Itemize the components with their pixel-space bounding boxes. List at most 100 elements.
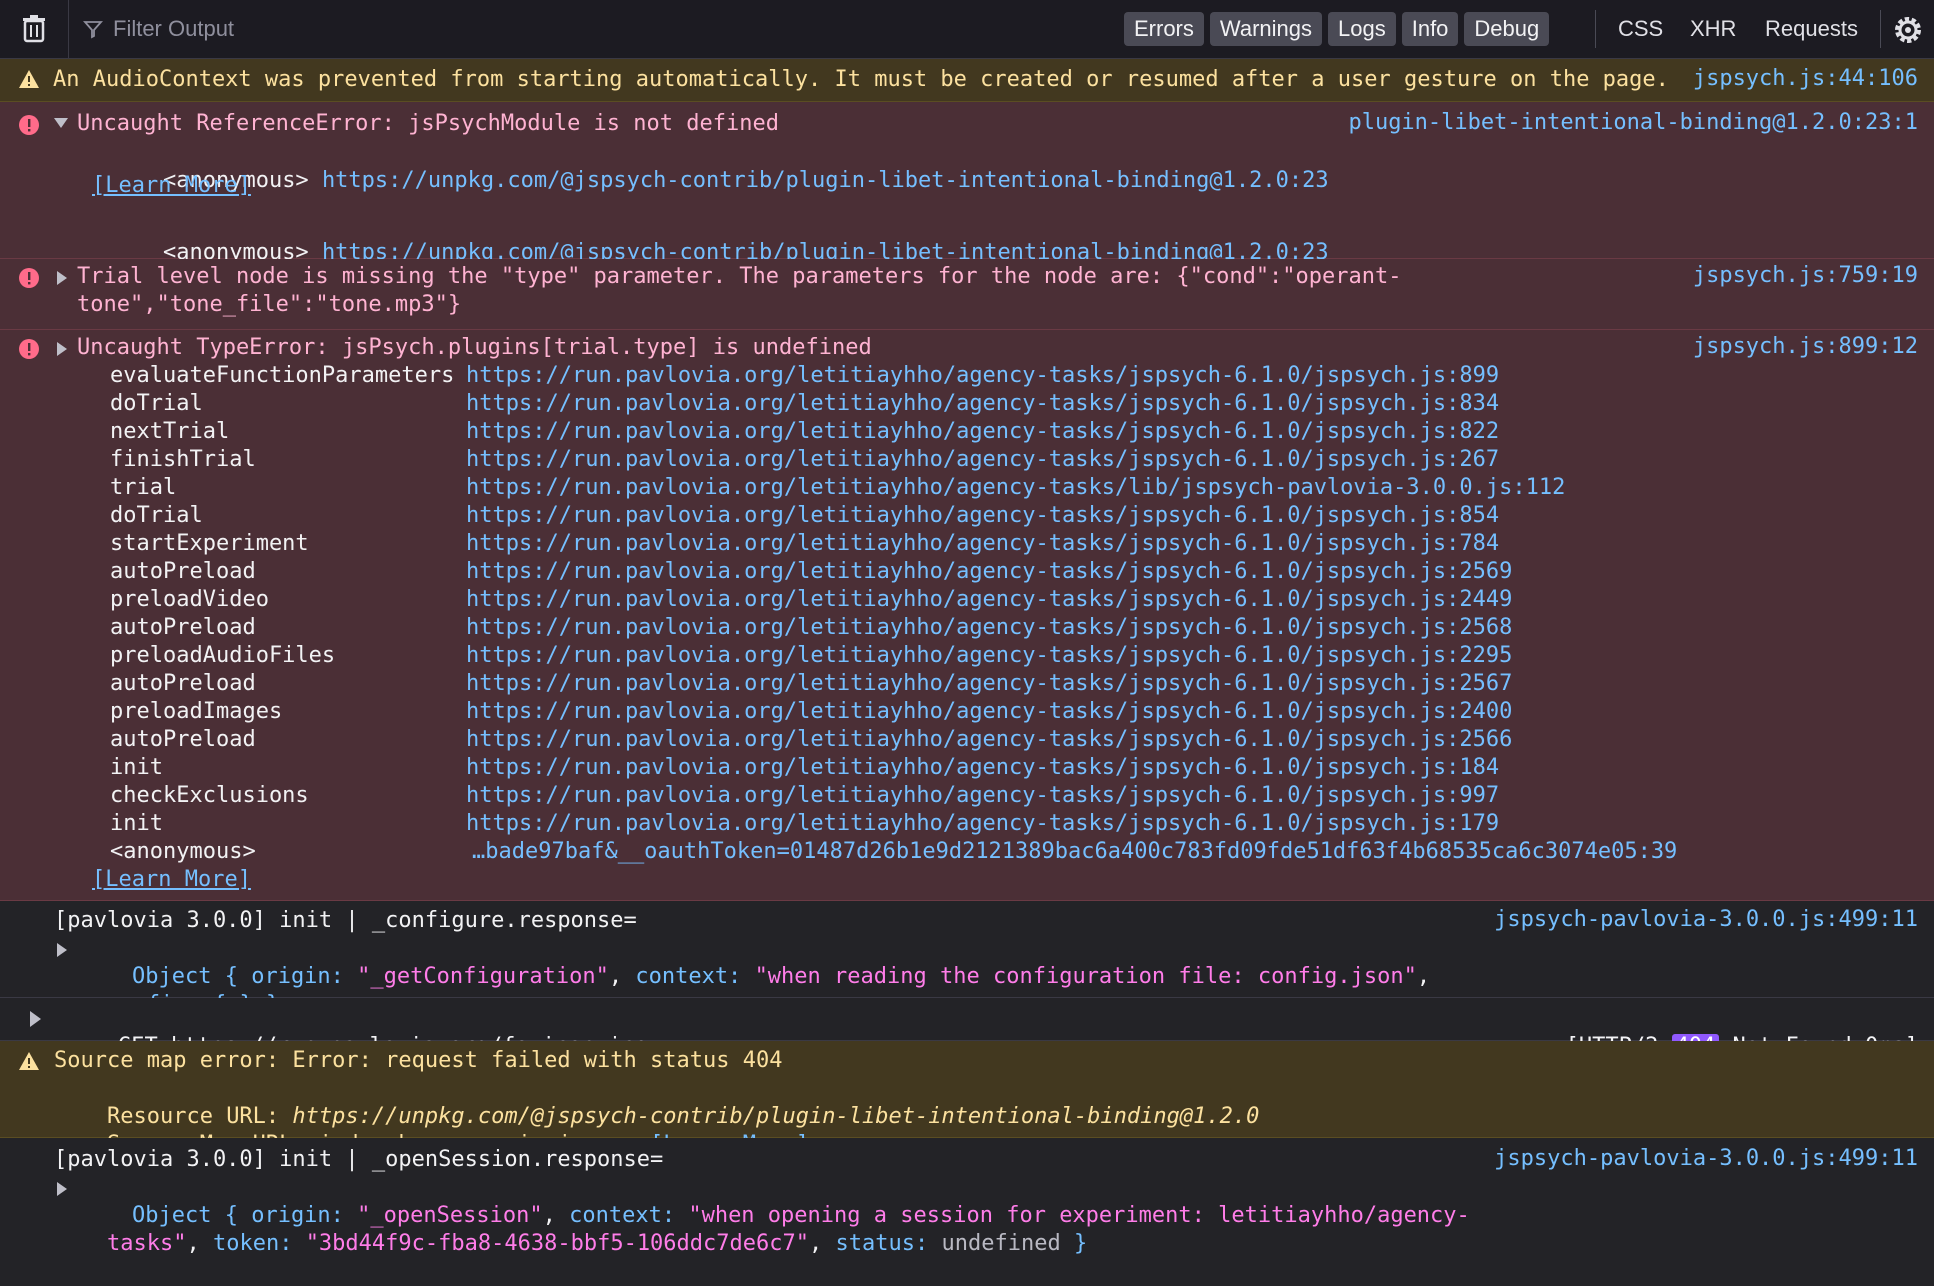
stack-frame: autoPreload https://run.pavlovia.org/leti… <box>110 614 1677 642</box>
filter-requests-button[interactable]: Requests <box>1765 16 1858 42</box>
stack-function: preloadImages <box>110 699 283 724</box>
filter-debug-button[interactable]: Debug <box>1464 12 1550 46</box>
filter-output-input[interactable] <box>111 15 1015 43</box>
stack-function: init <box>110 755 163 780</box>
stack-url-link[interactable]: https://run.pavlovia.org/letitiayhho/age… <box>466 643 1512 668</box>
stack-url-link[interactable]: https://run.pavlovia.org/letitiayhho/age… <box>466 419 1499 444</box>
stack-frame: trial https://run.pavlovia.org/letitiayhh… <box>110 474 1677 502</box>
stack-url-link[interactable]: https://run.pavlovia.org/letitiayhho/age… <box>466 531 1499 556</box>
filter-logs-button[interactable]: Logs <box>1328 12 1396 46</box>
filter-errors-button[interactable]: Errors <box>1124 12 1204 46</box>
object-preview-continued: tasks", token: "3bd44f9c-fba8-4638-bbf5-… <box>54 1202 1087 1286</box>
stack-url-link[interactable]: https://run.pavlovia.org/letitiayhho/age… <box>466 699 1512 724</box>
collapsed-chevron-icon[interactable] <box>57 1182 67 1196</box>
error-message: Trial level node is missing the "type" p… <box>77 264 1402 289</box>
console-warning-sourcemap: Source map error: Error: request failed … <box>0 1041 1934 1157</box>
filter-info-button[interactable]: Info <box>1401 12 1459 46</box>
source-location-link[interactable]: jspsych.js:899:12 <box>1693 334 1918 359</box>
stack-url-link[interactable]: https://run.pavlovia.org/letitiayhho/age… <box>466 587 1512 612</box>
stack-url-link[interactable]: https://run.pavlovia.org/letitiayhho/age… <box>466 727 1512 752</box>
collapsed-chevron-icon[interactable] <box>57 271 67 285</box>
source-location-link[interactable]: jspsych-pavlovia-3.0.0.js:499:11 <box>1494 907 1918 932</box>
warning-text: Source map error: Error: request failed … <box>54 1048 783 1073</box>
stack-frame: finishTrial https://run.pavlovia.org/leti… <box>110 446 1677 474</box>
stack-url-link[interactable]: https://run.pavlovia.org/letitiayhho/age… <box>466 503 1499 528</box>
stack-function: <anonymous> <box>110 839 256 864</box>
filter-css-button[interactable]: CSS <box>1618 16 1663 42</box>
stack-url-link[interactable]: https://unpkg.com/@jspsych-contrib/plugi… <box>322 168 1329 193</box>
stack-url-link[interactable]: https://run.pavlovia.org/letitiayhho/age… <box>466 615 1512 640</box>
source-location-link[interactable]: jspsych-pavlovia-3.0.0.js:499:11 <box>1494 1146 1918 1171</box>
console-network-request[interactable]: GET https://run.pavlovia.org/favicon.ico… <box>0 998 1934 1059</box>
stack-frame: doTrial https://run.pavlovia.org/letitiay… <box>110 502 1677 530</box>
learn-more-link[interactable]: [Learn More] <box>92 173 251 198</box>
stack-frame: evaluateFunctionParameters https://run.pa… <box>110 362 1677 390</box>
source-location-link[interactable]: plugin-libet-intentional-binding@1.2.0:2… <box>1348 110 1918 135</box>
stack-frame: startExperiment https://run.pavlovia.org/… <box>110 530 1677 558</box>
toolbar-divider <box>1595 10 1596 48</box>
stack-url-link[interactable]: https://run.pavlovia.org/letitiayhho/age… <box>466 363 1499 388</box>
stack-function: autoPreload <box>110 727 256 752</box>
stack-function: autoPreload <box>110 671 256 696</box>
stack-function: startExperiment <box>110 531 309 556</box>
stack-url-link[interactable]: https://run.pavlovia.org/letitiayhho/age… <box>466 783 1499 808</box>
error-message-continued: tone","tone_file":"tone.mp3"} <box>77 292 462 317</box>
filter-warnings-button[interactable]: Warnings <box>1209 12 1322 46</box>
gear-icon[interactable] <box>1890 12 1926 48</box>
filter-xhr-button[interactable]: XHR <box>1690 16 1736 42</box>
console-error-trial-node: Trial level node is missing the "type" p… <box>0 259 1934 330</box>
stack-function: checkExclusions <box>110 783 309 808</box>
stack-url-link[interactable]: https://run.pavlovia.org/letitiayhho/age… <box>466 671 1512 696</box>
stack-function: nextTrial <box>110 419 230 444</box>
expanded-chevron-icon[interactable] <box>54 118 68 128</box>
stack-frame: preloadVideo https://run.pavlovia.org/let… <box>110 586 1677 614</box>
stack-function: autoPreload <box>110 615 256 640</box>
learn-more-link[interactable]: [Learn More] <box>92 867 251 892</box>
warning-icon <box>19 1052 39 1070</box>
stack-url-link[interactable]: https://run.pavlovia.org/letitiayhho/age… <box>466 475 1565 500</box>
stack-frame: <anonymous> …bade97baf&__oauthToken=01487… <box>110 838 1677 866</box>
clear-console-button[interactable] <box>0 0 69 58</box>
stack-url-link[interactable]: https://run.pavlovia.org/letitiayhho/age… <box>466 391 1499 416</box>
console-log-opensession: [pavlovia 3.0.0] init | _openSession.res… <box>0 1138 1934 1256</box>
stack-url-link[interactable]: https://run.pavlovia.org/letitiayhho/age… <box>466 559 1512 584</box>
object-value: "when reading the configuration file: co… <box>754 964 1417 989</box>
log-text: [pavlovia 3.0.0] init | _openSession.res… <box>54 1147 664 1172</box>
log-level-filters: Errors Warnings Logs Info Debug <box>1124 12 1550 46</box>
stack-frame: autoPreload https://run.pavlovia.org/leti… <box>110 558 1677 586</box>
stack-frame: autoPreload https://run.pavlovia.org/leti… <box>110 670 1677 698</box>
source-location-link[interactable]: jspsych.js:759:19 <box>1693 263 1918 288</box>
filter-icon <box>83 21 103 39</box>
stack-function: evaluateFunctionParameters <box>110 363 455 388</box>
console-error-reference: Uncaught ReferenceError: jsPsychModule i… <box>0 102 1934 265</box>
stack-frame: init https://run.pavlovia.org/letitiayhho… <box>110 810 1677 838</box>
stack-function: init <box>110 811 163 836</box>
filter-box <box>83 15 1083 43</box>
toolbar-divider <box>1880 10 1881 48</box>
stack-frame: preloadImages https://run.pavlovia.org/le… <box>110 698 1677 726</box>
stack-trace: evaluateFunctionParameters https://run.pa… <box>110 362 1677 866</box>
stack-function: trial <box>110 475 177 500</box>
collapsed-chevron-icon[interactable] <box>30 1011 41 1027</box>
console-error-type: Uncaught TypeError: jsPsych.plugins[tria… <box>0 330 1934 901</box>
error-message: Uncaught TypeError: jsPsych.plugins[tria… <box>77 335 872 360</box>
source-location-link[interactable]: jspsych.js:44:106 <box>1693 66 1918 91</box>
collapsed-chevron-icon[interactable] <box>57 943 67 957</box>
stack-function: finishTrial <box>110 447 256 472</box>
stack-function: doTrial <box>110 391 203 416</box>
stack-function: preloadVideo <box>110 587 269 612</box>
stack-function: doTrial <box>110 503 203 528</box>
stack-url-link[interactable]: https://run.pavlovia.org/letitiayhho/age… <box>466 447 1499 472</box>
stack-url-link[interactable]: https://run.pavlovia.org/letitiayhho/age… <box>466 811 1499 836</box>
collapsed-chevron-icon[interactable] <box>57 342 67 356</box>
console-log-configure: [pavlovia 3.0.0] init | _configure.respo… <box>0 901 1934 1017</box>
stack-frame: checkExclusions https://run.pavlovia.org/… <box>110 782 1677 810</box>
stack-function: autoPreload <box>110 559 256 584</box>
stack-url-link[interactable]: https://run.pavlovia.org/letitiayhho/age… <box>466 755 1499 780</box>
stack-url-link[interactable]: …bade97baf&__oauthToken=01487d26b1e9d212… <box>472 839 1677 864</box>
stack-frame: autoPreload https://run.pavlovia.org/leti… <box>110 726 1677 754</box>
warning-text: An AudioContext was prevented from start… <box>53 67 1669 92</box>
stack-frame: nextTrial https://run.pavlovia.org/letiti… <box>110 418 1677 446</box>
object-key: context: <box>635 964 755 989</box>
trash-icon <box>23 15 45 43</box>
